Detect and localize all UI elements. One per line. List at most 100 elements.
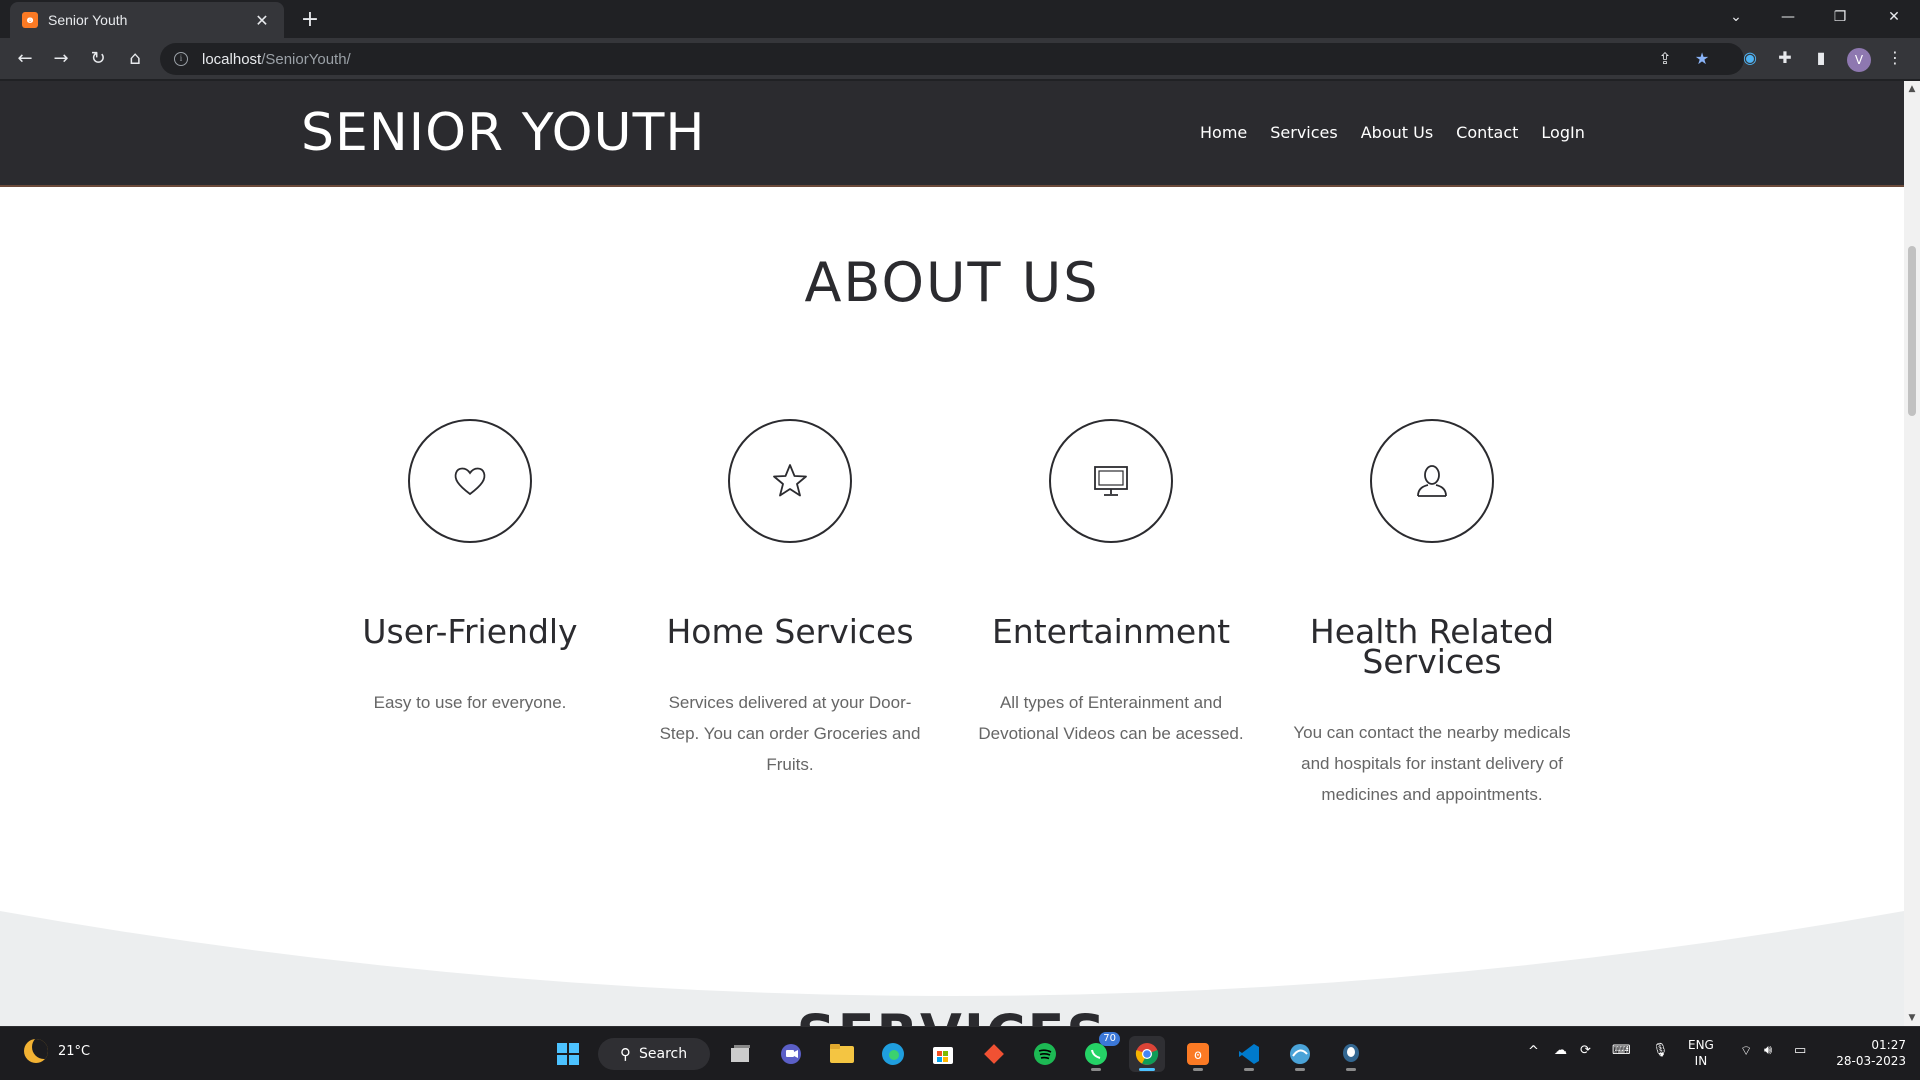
lang-line2: IN	[1694, 1054, 1708, 1068]
nav-home-link[interactable]: Home	[1200, 123, 1247, 142]
running-indicator	[1295, 1068, 1305, 1071]
weather-temp: 21°C	[58, 1043, 91, 1059]
running-indicator	[1193, 1068, 1203, 1071]
reload-icon[interactable]: ↻	[83, 44, 113, 74]
svg-text:ꙩ: ꙩ	[1194, 1048, 1202, 1063]
start-windows-icon[interactable]	[550, 1036, 586, 1072]
services-section-title: SERVICES	[0, 1003, 1904, 1026]
feature-heading: User-Friendly	[362, 612, 578, 651]
microphone-icon[interactable]: 🎙︎	[1652, 1043, 1669, 1058]
lang-line1: ENG	[1688, 1038, 1714, 1052]
taskbar-search[interactable]: ⚲ Search	[598, 1038, 710, 1070]
windows-taskbar: 21°C ⚲ Search 70 ꙩ ^ ☁ ⟳ ⌨ 🎙︎ ENG IN ⌔ 🔊…	[0, 1026, 1920, 1080]
nav-contact-link[interactable]: Contact	[1456, 123, 1518, 142]
back-icon[interactable]: ←	[10, 44, 40, 74]
search-icon: ⚲	[620, 1045, 631, 1063]
edge-browser-icon[interactable]	[875, 1036, 911, 1072]
language-indicator[interactable]: ENG IN	[1688, 1037, 1714, 1069]
browser-tab[interactable]: ꙩ Senior Youth ✕	[10, 2, 284, 38]
spotify-icon[interactable]	[1027, 1036, 1063, 1072]
url-path: /SeniorYouth/	[261, 50, 351, 68]
browser-toolbar: ← → ↻ ⌂ i localhost/SeniorYouth/ ⇪ ★ ◉ ✚…	[0, 38, 1920, 80]
extension-shazam-icon[interactable]: ◉	[1735, 43, 1765, 73]
clock-time: 01:27	[1871, 1038, 1906, 1052]
scroll-down-icon[interactable]: ▼	[1904, 1010, 1920, 1026]
nav-services-link[interactable]: Services	[1270, 123, 1337, 142]
tab-search-icon[interactable]: ⌄	[1710, 0, 1762, 34]
main-nav: Home Services About Us Contact LogIn	[1200, 123, 1608, 142]
side-panel-icon[interactable]: ▮	[1806, 43, 1836, 73]
xampp-icon[interactable]: ꙩ	[1180, 1036, 1216, 1072]
running-indicator	[1244, 1068, 1254, 1071]
feature-text: Easy to use for everyone.	[373, 693, 567, 712]
home-icon[interactable]: ⌂	[120, 44, 150, 74]
nav-about-link[interactable]: About Us	[1361, 123, 1433, 142]
scroll-up-icon[interactable]: ▲	[1904, 81, 1920, 97]
site-info-icon[interactable]: i	[174, 52, 188, 66]
close-window-button[interactable]: ✕	[1868, 0, 1920, 34]
url-host: localhost	[202, 50, 262, 68]
search-label: Search	[639, 1046, 688, 1062]
nav-login-link[interactable]: LogIn	[1541, 123, 1584, 142]
user-icon	[1370, 419, 1494, 543]
whatsapp-badge: 70	[1099, 1032, 1120, 1046]
feature-heading: Health Related Services	[1309, 612, 1555, 681]
restore-button[interactable]: ❐	[1814, 0, 1866, 34]
minimize-button[interactable]: —	[1762, 0, 1814, 34]
star-icon	[728, 419, 852, 543]
feature-heading: Entertainment	[991, 612, 1231, 651]
git-icon[interactable]	[976, 1036, 1012, 1072]
running-indicator	[1346, 1068, 1356, 1071]
file-explorer-icon[interactable]	[824, 1036, 860, 1072]
bookmark-star-icon[interactable]: ★	[1687, 44, 1717, 74]
address-bar[interactable]: i localhost/SeniorYouth/ ⇪ ★	[160, 43, 1744, 75]
vscode-icon[interactable]	[1231, 1036, 1267, 1072]
show-hidden-icons[interactable]: ^	[1528, 1044, 1539, 1059]
onedrive-icon[interactable]: ☁	[1554, 1043, 1567, 1058]
feature-heading: Home Services	[666, 612, 914, 651]
section-wave-divider	[0, 821, 1904, 1026]
url-text: localhost/SeniorYouth/	[202, 51, 351, 68]
page-scrollbar[interactable]: ▲ ▼	[1904, 81, 1920, 1026]
tab-title: Senior Youth	[48, 12, 128, 28]
profile-avatar[interactable]: V	[1847, 48, 1871, 72]
battery-icon[interactable]: ▭	[1794, 1043, 1806, 1058]
tab-strip: ꙩ Senior Youth ✕ + ⌄ — ❐ ✕	[0, 0, 1920, 38]
microsoft-store-icon[interactable]	[925, 1036, 961, 1072]
whatsapp-icon[interactable]: 70	[1078, 1032, 1120, 1072]
feature-text: All types of Enterainment and Devotional…	[978, 693, 1244, 743]
about-title: ABOUT US	[804, 251, 1100, 314]
taskbar-clock[interactable]: 01:27 28-03-2023	[1826, 1037, 1906, 1069]
share-icon[interactable]: ⇪	[1650, 44, 1680, 74]
heart-icon	[408, 419, 532, 543]
feature-text: You can contact the nearby medicals and …	[1293, 723, 1571, 804]
forward-icon[interactable]: →	[46, 44, 76, 74]
chrome-icon[interactable]	[1129, 1036, 1165, 1072]
feature-home-services: Home Services Services delivered at your…	[640, 419, 940, 780]
moon-icon	[24, 1039, 48, 1063]
extensions-puzzle-icon[interactable]: ✚	[1770, 43, 1800, 73]
feature-text: Services delivered at your Door-Step. Yo…	[659, 693, 921, 774]
site-logo[interactable]: SENIOR YOUTH	[301, 103, 705, 163]
keyboard-icon[interactable]: ⌨	[1612, 1043, 1631, 1058]
running-indicator	[1091, 1068, 1101, 1071]
close-tab-icon[interactable]: ✕	[252, 11, 272, 30]
feature-entertainment: Entertainment All types of Enterainment …	[961, 419, 1261, 749]
sync-icon[interactable]: ⟳	[1580, 1043, 1591, 1058]
site-header: SENIOR YOUTH Home Services About Us Cont…	[0, 81, 1904, 187]
new-tab-button[interactable]: +	[296, 7, 324, 35]
task-view-icon[interactable]	[722, 1036, 758, 1072]
weather-widget[interactable]: 21°C	[24, 1039, 90, 1063]
scroll-thumb[interactable]	[1908, 246, 1916, 416]
feature-user-friendly: User-Friendly Easy to use for everyone.	[320, 419, 620, 718]
feature-health: Health Related Services You can contact …	[1282, 419, 1582, 810]
xampp-icon: ꙩ	[22, 12, 38, 28]
teams-chat-icon[interactable]	[773, 1036, 809, 1072]
wifi-icon[interactable]: ⌔	[1740, 1043, 1752, 1059]
monitor-icon	[1049, 419, 1173, 543]
postgresql-icon[interactable]	[1333, 1036, 1369, 1072]
clock-date: 28-03-2023	[1836, 1054, 1906, 1068]
volume-icon[interactable]: 🔊︎	[1764, 1043, 1772, 1058]
menu-kebab-icon[interactable]: ⋮	[1880, 43, 1910, 73]
mysql-workbench-icon[interactable]	[1282, 1036, 1318, 1072]
